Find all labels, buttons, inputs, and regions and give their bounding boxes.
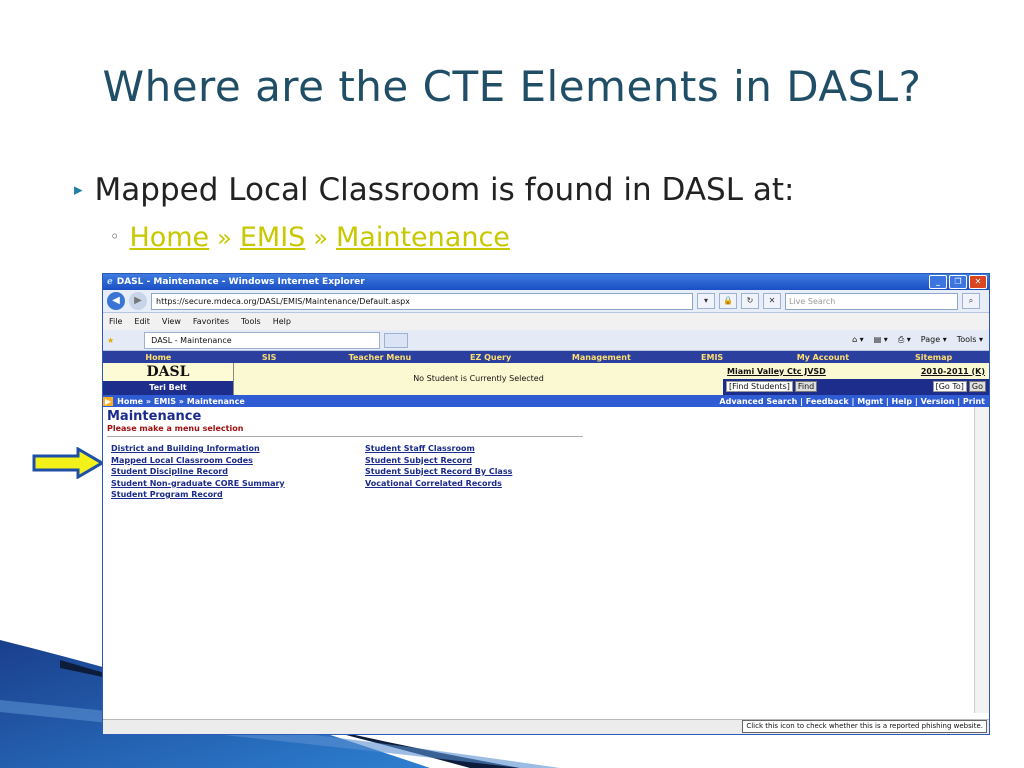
page-heading: Maintenance	[107, 409, 202, 424]
ie-logo-icon: ℯ	[107, 277, 113, 287]
app-breadcrumb[interactable]: Home » EMIS » Maintenance	[117, 397, 245, 406]
nav-management[interactable]: Management	[546, 353, 657, 362]
lock-icon[interactable]: 🔒	[719, 293, 737, 309]
dasl-logo: DASL	[103, 363, 233, 381]
top-links[interactable]: Advanced Search | Feedback | Mgmt | Help…	[719, 397, 989, 406]
menu-tools[interactable]: Tools	[241, 317, 261, 326]
nav-teacher-menu[interactable]: Teacher Menu	[325, 353, 436, 362]
nav-ez-query[interactable]: EZ Query	[435, 353, 546, 362]
link-student-nongrad-core-summary[interactable]: Student Non-graduate CORE Summary	[111, 478, 325, 490]
search-icon[interactable]: ⌕	[962, 293, 980, 309]
search-input[interactable]: Live Search	[785, 292, 958, 310]
nav-sitemap[interactable]: Sitemap	[878, 353, 989, 362]
link-district-building-info[interactable]: District and Building Information	[111, 443, 325, 455]
dasl-logo-block: DASL Teri Belt	[103, 363, 234, 395]
menu-file[interactable]: File	[109, 317, 122, 326]
phishing-tooltip: Click this icon to check whether this is…	[742, 720, 987, 733]
favorites-star-icon[interactable]: ★	[107, 336, 114, 345]
back-button[interactable]: ◀	[107, 292, 125, 310]
link-mapped-local-classroom-codes[interactable]: Mapped Local Classroom Codes	[111, 455, 325, 467]
go-button[interactable]: Go	[968, 381, 986, 392]
tab-dasl-maintenance[interactable]: DASL - Maintenance	[144, 331, 381, 349]
page-content: Maintenance Please make a menu selection…	[103, 407, 989, 713]
path-link-home[interactable]: Home	[129, 222, 209, 253]
vertical-scrollbar[interactable]	[974, 407, 989, 713]
menu-favorites[interactable]: Favorites	[193, 317, 229, 326]
district-panel: Miami Valley Ctc JVSD 2010-2011 (K) [Fin…	[723, 363, 989, 395]
forward-button[interactable]: ▶	[129, 292, 147, 310]
url-input[interactable]: https://secure.mdeca.org/DASL/EMIS/Maint…	[151, 292, 693, 310]
status-bar: Click this icon to check whether this is…	[103, 719, 989, 734]
sub-bullet-marker-icon: ◦	[110, 227, 120, 246]
bullet-marker-icon: ▸	[74, 180, 83, 200]
menu-prompt: Please make a menu selection	[107, 424, 583, 437]
tab-bar: ★ DASL - Maintenance ⌂ ▾ ▤ ▾ ⎙ ▾ Page ▾ …	[103, 330, 989, 351]
nav-emis[interactable]: EMIS	[657, 353, 768, 362]
link-student-subject-record-by-class[interactable]: Student Subject Record By Class	[365, 466, 512, 478]
close-button[interactable]: ✕	[969, 275, 987, 289]
menu-bar: File Edit View Favorites Tools Help	[103, 313, 989, 330]
print-icon[interactable]: ⎙ ▾	[898, 335, 911, 345]
path-link-emis[interactable]: EMIS	[240, 222, 305, 253]
home-icon[interactable]: ⌂ ▾	[852, 335, 864, 345]
link-student-subject-record[interactable]: Student Subject Record	[365, 455, 512, 467]
menu-help[interactable]: Help	[273, 317, 291, 326]
district-link[interactable]: Miami Valley Ctc JVSD	[727, 367, 826, 376]
stop-button[interactable]: ✕	[763, 293, 781, 309]
find-students-field[interactable]: [Find Students]	[726, 381, 793, 392]
link-vocational-correlated-records[interactable]: Vocational Correlated Records	[365, 478, 512, 490]
bullet-text: Mapped Local Classroom is found in DASL …	[94, 172, 795, 208]
app-breadcrumb-bar: ▶ Home » EMIS » Maintenance Advanced Sea…	[103, 395, 989, 407]
student-status: No Student is Currently Selected	[234, 363, 723, 395]
nav-home[interactable]: Home	[103, 353, 214, 362]
menu-column-1: District and Building Information Mapped…	[111, 443, 325, 501]
bullet-path: ◦ Home» EMIS» Maintenance	[110, 222, 510, 253]
nav-my-account[interactable]: My Account	[768, 353, 879, 362]
link-student-discipline-record[interactable]: Student Discipline Record	[111, 466, 325, 478]
user-name: Teri Belt	[103, 381, 233, 395]
new-tab-button[interactable]	[384, 332, 409, 348]
menu-view[interactable]: View	[162, 317, 181, 326]
breadcrumb-icon: ▶	[103, 396, 114, 406]
link-student-staff-classroom[interactable]: Student Staff Classroom	[365, 443, 512, 455]
maximize-button[interactable]: ❐	[949, 275, 967, 289]
dropdown-icon[interactable]: ▾	[697, 293, 715, 309]
browser-title: DASL - Maintenance - Windows Internet Ex…	[116, 277, 365, 287]
menu-edit[interactable]: Edit	[134, 317, 150, 326]
go-to-field[interactable]: [Go To]	[932, 381, 967, 392]
link-student-program-record[interactable]: Student Program Record	[111, 489, 325, 501]
path-separator: »	[217, 224, 232, 252]
pointer-arrow-icon	[32, 447, 104, 479]
bullet-main: ▸ Mapped Local Classroom is found in DASL…	[74, 172, 794, 208]
minimize-button[interactable]: _	[929, 275, 947, 289]
address-bar: ◀ ▶ https://secure.mdeca.org/DASL/EMIS/M…	[103, 290, 989, 313]
path-link-maintenance[interactable]: Maintenance	[336, 222, 510, 253]
page-menu[interactable]: Page ▾	[921, 335, 947, 345]
nav-sis[interactable]: SIS	[214, 353, 325, 362]
slide-title: Where are the CTE Elements in DASL?	[102, 62, 922, 111]
path-separator: »	[313, 224, 329, 252]
find-button[interactable]: Find	[794, 381, 818, 392]
feeds-icon[interactable]: ▤ ▾	[874, 335, 888, 345]
browser-titlebar: ℯ DASL - Maintenance - Windows Internet …	[103, 274, 989, 290]
info-bar: DASL Teri Belt No Student is Currently S…	[103, 363, 989, 395]
tools-menu[interactable]: Tools ▾	[957, 335, 983, 345]
app-nav: Home SIS Teacher Menu EZ Query Managemen…	[103, 351, 989, 363]
refresh-button[interactable]: ↻	[741, 293, 759, 309]
school-year-link[interactable]: 2010-2011 (K)	[921, 367, 985, 376]
menu-column-2: Student Staff Classroom Student Subject …	[365, 443, 512, 501]
browser-window: ℯ DASL - Maintenance - Windows Internet …	[102, 273, 990, 735]
